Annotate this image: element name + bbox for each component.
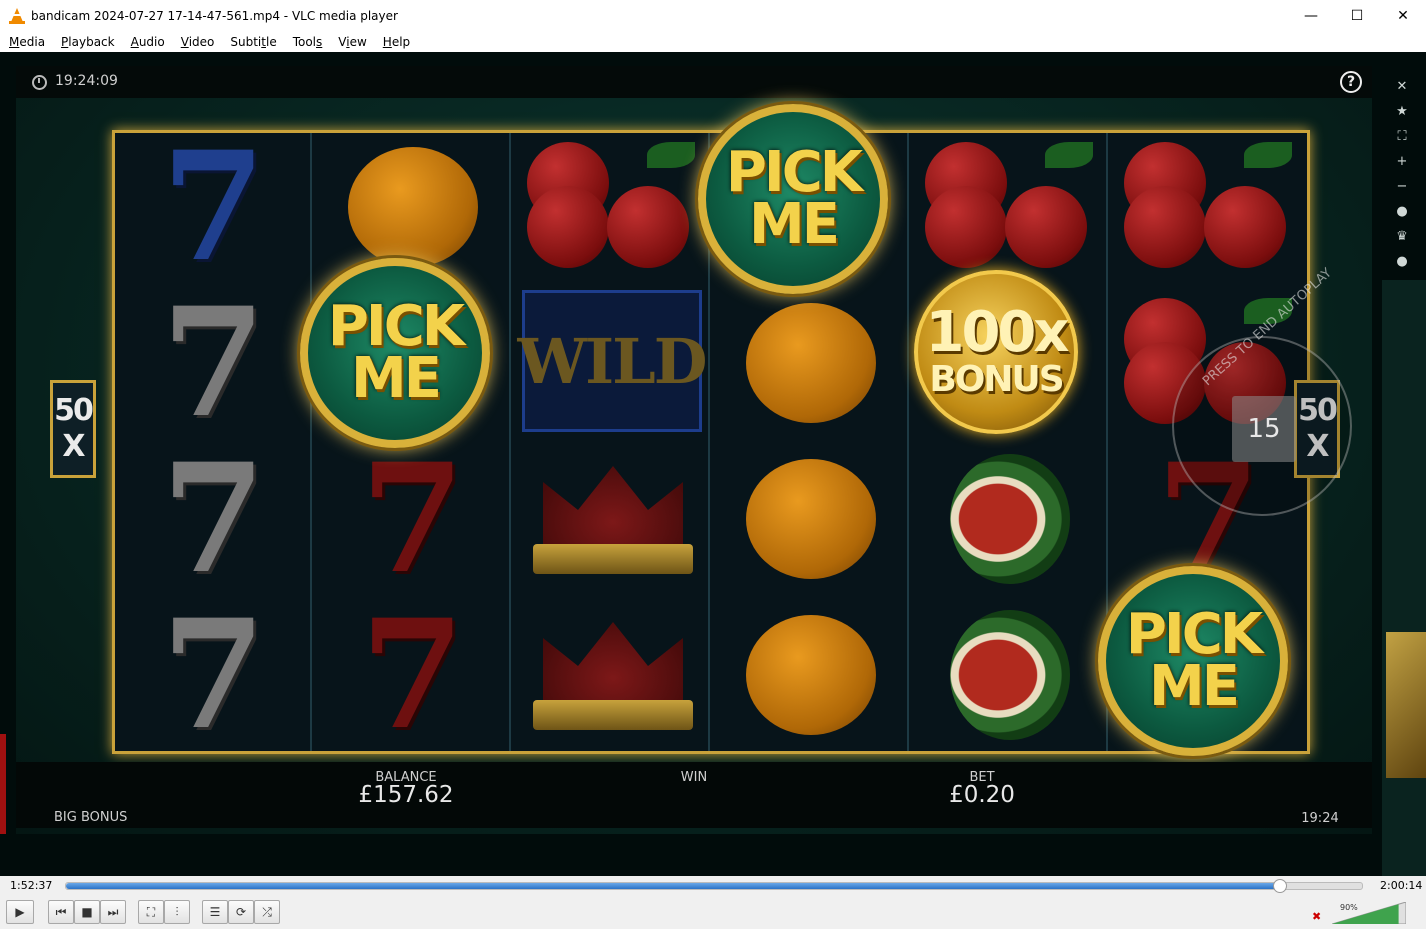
play-icon: ▶ xyxy=(15,905,25,919)
menu-media[interactable]: Media xyxy=(0,35,53,49)
bet-value: £0.20 xyxy=(949,782,1015,808)
title-bar: bandicam 2024-07-27 17-14-47-561.mp4 - V… xyxy=(0,0,1426,31)
menu-tools[interactable]: Tools xyxy=(285,35,331,49)
volume-slider[interactable] xyxy=(1332,902,1406,924)
symbol-seven-red: 7 xyxy=(360,431,465,607)
autoplay-counter: 15 xyxy=(1232,396,1296,462)
extended-settings-button[interactable]: ⫶ xyxy=(164,900,190,924)
next-button[interactable]: ⏭ xyxy=(100,900,126,924)
chat-icon[interactable]: ● xyxy=(1390,249,1414,274)
close-button[interactable]: ✕ xyxy=(1380,0,1426,31)
plus-icon[interactable]: + xyxy=(1390,149,1414,174)
video-surface[interactable]: 19:24:09 ? 7 7 7 7 7 7 WILD 7 PICK ME PI… xyxy=(0,52,1426,876)
seek-progress xyxy=(66,883,1280,889)
mute-icon[interactable]: ✖ xyxy=(1312,910,1326,923)
trophy-icon[interactable]: ♛ xyxy=(1390,224,1414,249)
symbol-crown xyxy=(523,605,700,745)
menu-audio[interactable]: Audio xyxy=(123,35,173,49)
symbol-wild: WILD xyxy=(518,290,708,432)
menu-view[interactable]: View xyxy=(330,35,375,49)
menu-bar: Media Playback Audio Video Subtitle Tool… xyxy=(0,31,1426,52)
game-bottom-time: 19:24 xyxy=(1301,811,1339,826)
clock-icon xyxy=(32,75,47,90)
seek-slider[interactable] xyxy=(65,879,1363,893)
game-clock: 19:24:09 xyxy=(55,73,118,89)
game-name: BIG BONUS xyxy=(54,810,128,825)
extended-settings-icon: ⫶ xyxy=(175,905,179,919)
symbol-crown xyxy=(523,449,700,589)
symbol-seven-silver: 7 xyxy=(161,431,266,607)
symbol-orange xyxy=(324,137,501,277)
symbol-orange xyxy=(722,293,899,433)
symbol-cherries xyxy=(523,137,700,277)
reel-1: 7 7 7 7 xyxy=(115,119,312,763)
menu-playback[interactable]: Playback xyxy=(53,35,123,49)
slot-game: 19:24:09 ? 7 7 7 7 7 7 WILD 7 PICK ME PI… xyxy=(16,66,1372,834)
seek-handle[interactable] xyxy=(1272,879,1287,893)
symbol-watermelon xyxy=(921,605,1098,745)
menu-subtitle[interactable]: Subtitle xyxy=(222,35,284,49)
stop-button[interactable]: ■ xyxy=(74,900,100,924)
symbol-seven-silver: 7 xyxy=(161,587,266,763)
background-fragment xyxy=(1382,280,1426,876)
playlist-button[interactable]: ☰ xyxy=(202,900,228,924)
shuffle-button[interactable]: ⤮ xyxy=(254,900,280,924)
playlist-icon: ☰ xyxy=(209,905,221,919)
game-top-bar: 19:24:09 ? xyxy=(16,66,1372,98)
end-autoplay-button[interactable]: PRESS TO END AUTOPLAY 15 xyxy=(1172,266,1352,516)
seek-row: 1:52:37 2:00:14 xyxy=(0,876,1426,896)
symbol-seven-red: 7 xyxy=(360,587,465,763)
game-info-bar: BALANCE £157.62 WIN BET £0.20 BIG BONUS … xyxy=(16,762,1372,828)
stop-icon: ■ xyxy=(81,905,93,919)
symbol-orange xyxy=(722,605,899,745)
symbol-seven-blue: 7 xyxy=(161,119,266,295)
minimize-button[interactable]: — xyxy=(1288,0,1334,31)
playback-controls: ▶ ⏮ ■ ⏭ ⛶ ⫶ ☰ ⟳ ⤮ ✖ 90% xyxy=(0,896,1426,929)
multiplier-badge-left: 50 X xyxy=(50,380,96,478)
next-icon: ⏭ xyxy=(107,905,119,919)
shuffle-icon: ⤮ xyxy=(262,905,272,919)
maximize-button[interactable]: ☐ xyxy=(1334,0,1380,31)
star-icon[interactable]: ★ xyxy=(1390,99,1414,124)
pick-me-button[interactable]: PICK ME xyxy=(300,258,490,448)
background-fragment xyxy=(0,734,6,834)
symbol-watermelon xyxy=(921,449,1098,589)
pick-me-button[interactable]: PICK ME xyxy=(1098,566,1288,756)
help-icon[interactable]: ? xyxy=(1340,71,1362,93)
play-button[interactable]: ▶ xyxy=(6,900,34,924)
reel-5 xyxy=(911,133,1108,751)
win-label: WIN xyxy=(680,770,708,785)
balance-value: £157.62 xyxy=(358,782,454,808)
window-title: bandicam 2024-07-27 17-14-47-561.mp4 - V… xyxy=(31,8,398,23)
game-side-menu: ✕ ★ ⛶ + − ● ♛ ● xyxy=(1390,74,1414,274)
menu-video[interactable]: Video xyxy=(173,35,223,49)
reel-3: WILD xyxy=(513,133,710,751)
total-time: 2:00:14 xyxy=(1380,879,1423,892)
background-fragment xyxy=(1386,632,1426,778)
symbol-cherries xyxy=(1120,137,1297,277)
prev-icon: ⏮ xyxy=(55,905,67,919)
bonus-100x-coin: 100x BONUS xyxy=(914,270,1078,434)
fullscreen-icon: ⛶ xyxy=(146,905,156,919)
symbol-cherries xyxy=(921,137,1098,277)
loop-button[interactable]: ⟳ xyxy=(228,900,254,924)
vlc-cone-icon xyxy=(9,7,25,24)
fullscreen-button[interactable]: ⛶ xyxy=(138,900,164,924)
previous-button[interactable]: ⏮ xyxy=(48,900,74,924)
fullscreen-icon[interactable]: ⛶ xyxy=(1390,124,1414,149)
pick-me-button[interactable]: PICK ME xyxy=(698,104,888,294)
close-icon[interactable]: ✕ xyxy=(1390,74,1414,99)
symbol-seven-silver: 7 xyxy=(161,275,266,451)
loop-icon: ⟳ xyxy=(235,905,247,919)
minus-icon[interactable]: − xyxy=(1390,174,1414,199)
symbol-orange xyxy=(722,449,899,589)
chip-icon[interactable]: ● xyxy=(1390,199,1414,224)
menu-help[interactable]: Help xyxy=(375,35,418,49)
elapsed-time: 1:52:37 xyxy=(10,879,53,892)
